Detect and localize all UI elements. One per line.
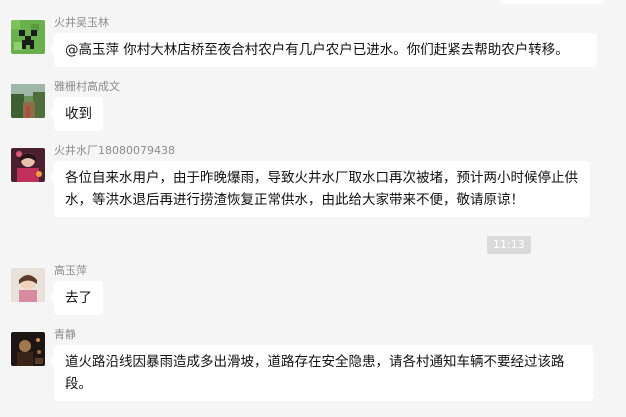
dark-photo-avatar[interactable] — [11, 332, 45, 366]
sender-name[interactable]: 火井水厂18080079438 — [54, 142, 175, 158]
sender-name[interactable]: 雅栅村高成文 — [54, 78, 120, 94]
message-bubble[interactable]: 道火路沿线因暴雨造成多出滑坡，道路存在安全隐患，请各村通知车辆不要经过该路段。 — [49, 345, 593, 401]
timestamp: 11:13 — [487, 236, 531, 254]
sender-name[interactable]: 青静 — [54, 326, 76, 342]
message-bubble[interactable]: 去了 — [49, 281, 103, 315]
previous-message-bubble-edge — [500, 0, 604, 4]
sender-name[interactable]: 火井吴玉林 — [54, 14, 109, 30]
child-avatar[interactable] — [11, 268, 45, 302]
chat-message-list[interactable]: 火井吴玉林 @高玉萍 你村大林店桥至夜合村农户有几户农户已进水。你们赶紧去帮助农… — [0, 0, 626, 417]
message-bubble[interactable]: 收到 — [49, 97, 103, 131]
landscape-avatar[interactable] — [11, 84, 45, 118]
creeper-avatar[interactable] — [11, 20, 45, 54]
sender-name[interactable]: 高玉萍 — [54, 262, 87, 278]
message-bubble[interactable]: @高玉萍 你村大林店桥至夜合村农户有几户农户已进水。你们赶紧去帮助农户转移。 — [49, 33, 597, 67]
message-bubble[interactable]: 各位自来水用户，由于昨晚爆雨，导致火井水厂取水口再次被堵，预计两小时候停止供水，… — [49, 161, 590, 217]
person-avatar[interactable] — [11, 148, 45, 182]
